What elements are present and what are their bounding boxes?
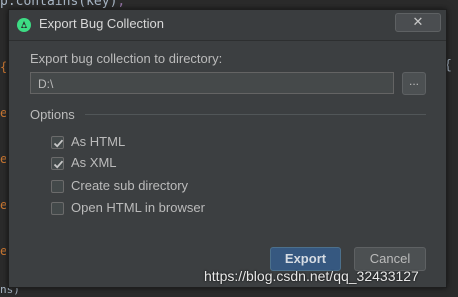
watermark-url: https://blog.csdn.net/qq_32433127 xyxy=(204,268,419,284)
checkbox-as-html[interactable] xyxy=(51,136,64,149)
gutter-marker: e xyxy=(0,106,6,120)
code-line-fragment: p.contains(key); xyxy=(0,0,200,8)
checkmark-icon xyxy=(53,160,64,169)
gutter-marker: e xyxy=(0,152,6,166)
checkbox-open-html-in-browser[interactable] xyxy=(51,202,64,215)
android-studio-icon xyxy=(16,17,32,33)
dialog-title: Export Bug Collection xyxy=(39,16,165,31)
code-text: p.contains(key) xyxy=(0,0,118,8)
option-label: As HTML xyxy=(71,134,126,149)
options-separator xyxy=(85,114,426,115)
code-semicolon: ; xyxy=(117,0,126,8)
browse-button[interactable]: ... xyxy=(402,72,426,95)
checkmark-icon xyxy=(53,139,64,148)
checkbox-as-xml[interactable] xyxy=(51,157,64,170)
directory-label: Export bug collection to directory: xyxy=(30,51,223,66)
gutter-marker: { xyxy=(0,60,6,74)
close-button[interactable]: ✕ xyxy=(395,13,441,32)
options-label: Options xyxy=(30,107,75,122)
directory-input[interactable]: D:\ xyxy=(30,72,394,94)
gutter-marker: e xyxy=(0,244,6,258)
checkbox-create-sub-directory[interactable] xyxy=(51,180,64,193)
close-icon: ✕ xyxy=(412,15,424,30)
dialog-titlebar[interactable]: Export Bug Collection ✕ xyxy=(9,10,446,41)
option-label: Create sub directory xyxy=(71,178,189,193)
gutter-marker: e xyxy=(0,198,6,212)
export-bug-collection-dialog: Export Bug Collection ✕ Export bug colle… xyxy=(8,9,447,288)
option-label: As XML xyxy=(71,155,117,170)
option-label: Open HTML in browser xyxy=(71,200,205,215)
